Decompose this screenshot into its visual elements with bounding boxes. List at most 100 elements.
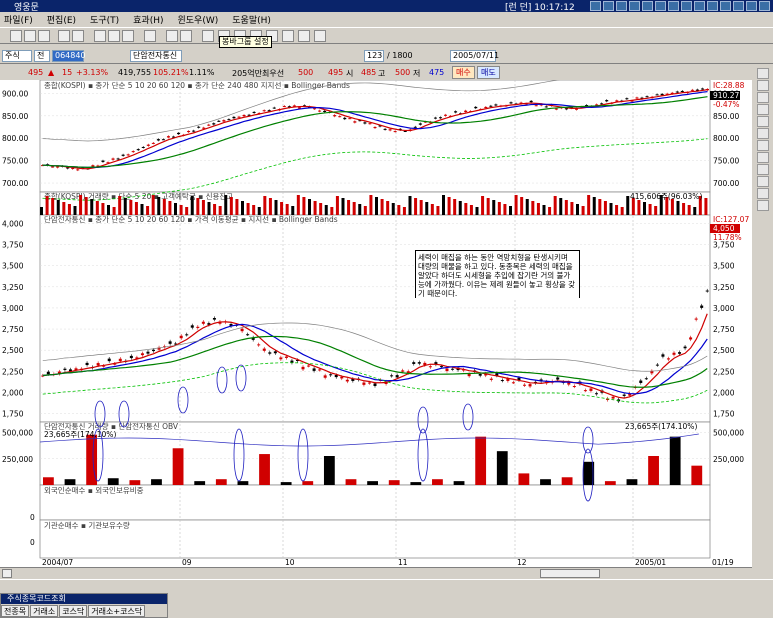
window-icon[interactable] <box>603 1 614 11</box>
chart-scrollbar[interactable] <box>0 567 752 579</box>
side-icon-0[interactable] <box>757 68 769 79</box>
volume-bar <box>194 481 206 485</box>
close-icon[interactable] <box>759 1 770 11</box>
toolbar-icon-16[interactable] <box>282 30 294 42</box>
candle-body <box>279 357 283 360</box>
code-input[interactable]: 064840 <box>52 50 86 62</box>
kospi-volume-bar <box>391 203 395 215</box>
tool-icon[interactable] <box>616 1 627 11</box>
news-icon[interactable] <box>642 1 653 11</box>
chart-svg[interactable]: 2004/07 09 10 11 12 2005/01 01/19 종합(KOSPI) ▪ 종… <box>0 66 752 567</box>
kospi-volume-bar <box>637 200 641 215</box>
market-select[interactable]: 주식 <box>2 50 32 62</box>
best-price: 500 <box>298 68 314 77</box>
code-tab-2[interactable]: 코스닥 <box>59 605 88 617</box>
side-icon-7[interactable] <box>757 152 769 163</box>
side-icon-9[interactable] <box>757 176 769 187</box>
toolbar-icon-7[interactable] <box>122 30 134 42</box>
side-icon-8[interactable] <box>757 164 769 175</box>
kospi-volume-bar <box>179 205 183 215</box>
restore-icon[interactable] <box>746 1 757 11</box>
code-tab-1[interactable]: 거래소 <box>30 605 59 617</box>
kospi-last: IC:28.88 <box>713 81 745 90</box>
kospi-last3: -0.47% <box>713 100 740 109</box>
config-icon[interactable] <box>707 1 718 11</box>
candle-body <box>454 111 458 113</box>
home-icon[interactable] <box>590 1 601 11</box>
kospi-volume-bar <box>408 196 412 215</box>
count-input[interactable]: 123 <box>364 50 384 62</box>
toolbar-icon-2[interactable] <box>38 30 50 42</box>
y-tick-main: 3,750 <box>2 241 24 250</box>
candle-body <box>111 158 115 160</box>
kospi-volume-bar <box>363 206 367 215</box>
toolbar-icon-6[interactable] <box>108 30 120 42</box>
code-tab-3[interactable]: 거래소+코스닥 <box>88 605 146 617</box>
menu-item-3[interactable]: 효과(H) <box>133 13 163 26</box>
toolbar-icon-10[interactable] <box>180 30 192 42</box>
kospi-volume-bar <box>509 206 512 215</box>
candle-body <box>345 379 349 382</box>
toolbar-icon-11[interactable] <box>202 30 214 42</box>
menu-item-2[interactable]: 도구(T) <box>90 13 119 26</box>
toolbar-icon-5[interactable] <box>94 30 106 42</box>
side-icon-2[interactable] <box>757 92 769 103</box>
help-icon[interactable] <box>720 1 731 11</box>
date-input[interactable]: 2005/07/11 <box>450 50 499 62</box>
candle-body <box>401 370 405 372</box>
y-rtick-kospi: 800.00 <box>713 134 739 143</box>
toolbar-icon-0[interactable] <box>10 30 22 42</box>
kospi-volume-bar <box>280 202 284 215</box>
toolbar-icon-3[interactable] <box>58 30 70 42</box>
side-icon-11[interactable] <box>757 200 769 211</box>
kospi-volume-bar <box>40 207 43 215</box>
toolbar-icon-1[interactable] <box>24 30 36 42</box>
toolbar-icon-17[interactable] <box>298 30 310 42</box>
menu-item-1[interactable]: 편집(E) <box>47 13 76 26</box>
code-panel-title: 주식종목코드조회 <box>1 594 167 604</box>
kospi-volume-bar <box>319 203 323 215</box>
side-icon-5[interactable] <box>757 128 769 139</box>
order-icon[interactable] <box>668 1 679 11</box>
y-rtick-main: 1,750 <box>713 410 735 419</box>
minimize-icon[interactable] <box>733 1 744 11</box>
kospi-volume-bar <box>514 195 518 215</box>
account-icon[interactable] <box>681 1 692 11</box>
buy-button[interactable]: 매수 <box>452 66 475 79</box>
mode-select[interactable]: 전 <box>34 50 50 62</box>
toolbar-icon-4[interactable] <box>72 30 84 42</box>
candle-body <box>343 117 347 120</box>
menu-item-5[interactable]: 도움말(H) <box>232 13 271 26</box>
scroll-thumb[interactable] <box>540 569 600 578</box>
chart-icon[interactable] <box>694 1 705 11</box>
chart-area[interactable]: 2004/07 09 10 11 12 2005/01 01/19 종합(KOSPI) ▪ 종… <box>0 66 752 567</box>
volume-bar <box>648 456 659 485</box>
side-icon-4[interactable] <box>757 116 769 127</box>
high-label: 고 <box>378 69 386 78</box>
toolbar-icon-18[interactable] <box>314 30 326 42</box>
menu-item-0[interactable]: 파일(F) <box>4 13 33 26</box>
candle-body <box>412 362 416 364</box>
side-icon-1[interactable] <box>757 80 769 91</box>
menu-item-4[interactable]: 윈도우(W) <box>178 13 219 26</box>
candle-body <box>373 127 377 129</box>
toolbar-icon-8[interactable] <box>144 30 156 42</box>
kospi-volume-bar <box>570 202 574 215</box>
code-tab-0[interactable]: 전종목 <box>1 605 30 617</box>
candle-body <box>589 388 593 391</box>
side-icon-10[interactable] <box>757 188 769 199</box>
kospi-volume-bar <box>670 199 674 215</box>
candle-body <box>146 144 150 146</box>
scroll-left-icon[interactable] <box>2 569 12 578</box>
candle-body <box>678 352 682 354</box>
candle-body <box>333 115 337 117</box>
toolbar-icon-9[interactable] <box>166 30 178 42</box>
side-icon-6[interactable] <box>757 140 769 151</box>
candle-body <box>197 126 201 128</box>
y-rtick-main: 3,000 <box>713 304 735 313</box>
sell-button[interactable]: 매도 <box>477 66 500 79</box>
side-icon-3[interactable] <box>757 104 769 115</box>
quote-icon[interactable] <box>655 1 666 11</box>
candle-body <box>46 371 50 375</box>
alert-icon[interactable] <box>629 1 640 11</box>
